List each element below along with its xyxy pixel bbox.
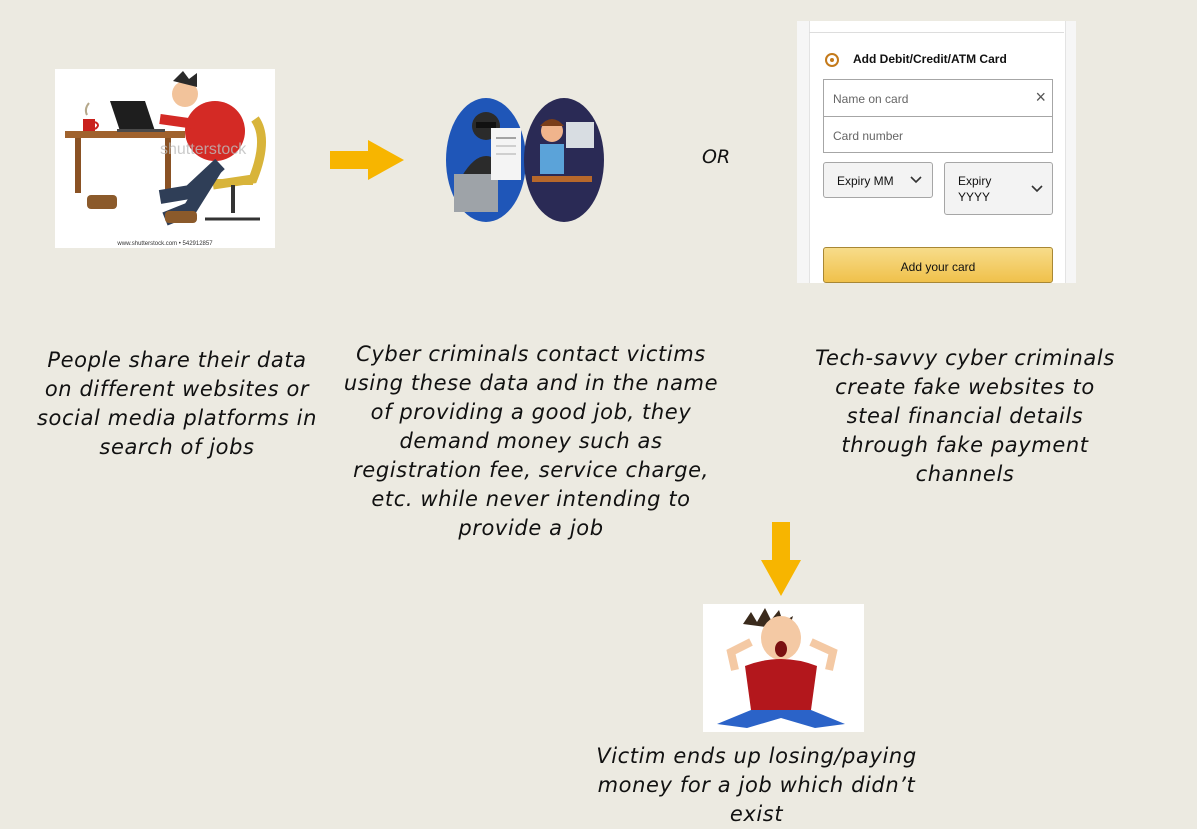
chevron-down-icon [1031,185,1043,193]
card-radio-button[interactable] [825,53,839,67]
image-footer-text: www.shutterstock.com • 542912857 [116,241,213,247]
distressed-person-icon [703,604,864,732]
cyber-criminals-illustration [446,98,604,222]
arrow-right-icon [330,140,404,180]
watermark-text: shutterstock [160,141,247,158]
expiry-month-value: Expiry MM [837,174,894,188]
add-card-button[interactable]: Add your card [823,247,1053,283]
fake-payment-form: Add Debit/Credit/ATM Card Name on card ×… [797,21,1076,283]
step-1-caption: People share their data on different web… [37,348,317,459]
name-on-card-placeholder: Name on card [833,92,909,106]
expiry-year-select[interactable]: Expiry YYYY [944,162,1053,215]
step-4-caption: Victim ends up losing/paying money for a… [596,744,917,826]
step-3-caption: Tech-savvy cyber criminals create fake w… [815,346,1115,486]
step-2-caption: Cyber criminals contact victims using th… [343,342,719,540]
job-seeker-illustration: shutterstock www.shutterstock.com • 5429… [55,69,275,248]
add-card-button-label: Add your card [900,260,976,274]
clear-icon[interactable]: × [1035,87,1046,108]
expiry-month-select[interactable]: Expiry MM [823,162,933,198]
expiry-year-label: Expiry [958,174,992,188]
chevron-down-icon [910,176,922,184]
expiry-year-placeholder: YYYY [958,190,991,204]
victim-illustration [703,604,864,732]
card-number-placeholder: Card number [833,129,904,143]
or-separator: OR [702,146,731,168]
card-number-field[interactable]: Card number [823,116,1053,153]
name-on-card-field[interactable]: Name on card × [823,79,1053,117]
arrow-down-icon [761,522,801,596]
job-seeker-icon: shutterstock www.shutterstock.com • 5429… [55,69,275,248]
form-title: Add Debit/Credit/ATM Card [853,52,1007,66]
